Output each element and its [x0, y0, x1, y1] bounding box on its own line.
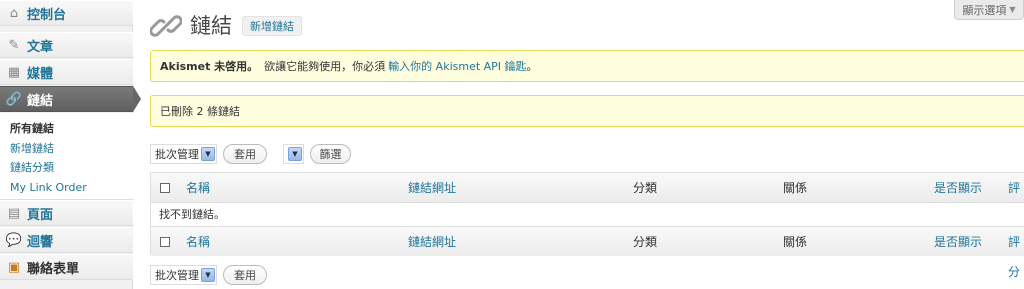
- menu-item-dashboard[interactable]: ⌂ 控制台: [0, 0, 133, 26]
- column-visible[interactable]: 是否顯示: [934, 227, 982, 257]
- dropdown-arrow-icon: ▼: [288, 147, 302, 161]
- select-all-checkbox[interactable]: [160, 237, 170, 247]
- filter-button[interactable]: 篩選: [310, 144, 351, 164]
- deleted-notice: 已刪除 2 條鏈結: [150, 95, 1024, 127]
- menu-label: 控制台: [27, 7, 67, 23]
- menu-item-posts[interactable]: ✎ 文章: [0, 32, 133, 58]
- screen-options-label: 顯示選項: [962, 3, 1007, 17]
- akismet-notice-text: 欲讓它能夠使用，你必須: [264, 60, 386, 73]
- table-header-top: 名稱 鏈結網址 分類 關係 是否顯示 評分: [151, 173, 1024, 225]
- dashboard-icon: ⌂: [9, 5, 19, 21]
- menu-label: 頁面: [27, 207, 54, 223]
- empty-table-message: 找不到鏈結。: [151, 204, 1024, 226]
- menu-label: 媒體: [27, 66, 54, 82]
- links-table: 名稱 鏈結網址 分類 關係 是否顯示 評分 找不到鏈結。 名稱 鏈結網址 分類 …: [150, 172, 1024, 279]
- menu-item-pages[interactable]: ▤ 頁面: [0, 200, 133, 226]
- column-rating[interactable]: 評分: [1008, 227, 1024, 279]
- table-header-bottom: 名稱 鏈結網址 分類 關係 是否顯示 評分: [151, 226, 1024, 279]
- menu-label: 聯絡表單: [27, 261, 80, 277]
- column-rel: 關係: [783, 181, 808, 195]
- dropdown-arrow-icon: ▼: [201, 147, 215, 161]
- form-icon: ▣: [7, 259, 21, 275]
- submenu-item-add-link[interactable]: 新增鏈結: [10, 139, 133, 159]
- media-icon: ▦: [7, 64, 21, 80]
- add-new-link-button[interactable]: 新增鏈結: [242, 16, 302, 36]
- bulk-action-select-bottom[interactable]: 批次管理 ▼: [150, 265, 217, 285]
- submenu-item-all-links[interactable]: 所有鏈結: [10, 119, 133, 139]
- menu-item-contact-form[interactable]: ▣ 聯絡表單: [0, 254, 133, 280]
- menu-label: 迴響: [27, 234, 54, 250]
- akismet-notice-title: Akismet 未啓用。: [160, 60, 259, 73]
- submenu-item-link-categories[interactable]: 鏈結分類: [10, 158, 133, 178]
- category-filter-select[interactable]: ▼: [283, 144, 304, 164]
- triangle-down-icon: ▼: [1009, 5, 1016, 14]
- bulk-action-select-top[interactable]: 批次管理 ▼: [150, 144, 217, 164]
- akismet-notice: Akismet 未啓用。 欲讓它能夠使用，你必須 輸入你的 Akismet AP…: [150, 50, 1024, 82]
- comment-icon: 💬: [5, 232, 23, 248]
- admin-sidebar: ⌂ 控制台 ✎ 文章 ▦ 媒體 🔗 鏈結 所有鏈結 新增鏈結 鏈結分類 My L…: [0, 0, 133, 289]
- active-menu-arrow: [133, 86, 141, 112]
- menu-label: 文章: [27, 39, 54, 55]
- akismet-key-link[interactable]: 輸入你的 Akismet API 鑰匙: [388, 58, 526, 74]
- column-name[interactable]: 名稱: [186, 173, 210, 203]
- column-name[interactable]: 名稱: [186, 227, 210, 257]
- apply-button-top[interactable]: 套用: [223, 144, 267, 164]
- column-rating[interactable]: 評分: [1008, 173, 1024, 225]
- menu-item-comments[interactable]: 💬 迴響: [0, 227, 133, 253]
- page-title: 鏈結: [190, 14, 232, 38]
- column-categories: 分類: [633, 235, 658, 249]
- link-icon: 🔗: [5, 91, 23, 107]
- column-rel: 關係: [783, 235, 808, 249]
- akismet-notice-end: 。: [526, 60, 538, 73]
- column-url[interactable]: 鏈結網址: [408, 227, 456, 257]
- menu-item-media[interactable]: ▦ 媒體: [0, 59, 133, 85]
- select-all-checkbox[interactable]: [160, 183, 170, 193]
- link-icon: [150, 15, 182, 37]
- deleted-notice-text: 已刪除 2 條鏈結: [160, 105, 240, 118]
- menu-label: 鏈結: [27, 93, 54, 109]
- screen-options-button[interactable]: 顯示選項 ▼: [954, 0, 1024, 20]
- bulk-action-value: 批次管理: [155, 148, 199, 161]
- pin-icon: ✎: [8, 37, 20, 53]
- dropdown-arrow-icon: ▼: [201, 268, 215, 282]
- column-visible[interactable]: 是否顯示: [934, 173, 982, 203]
- page-icon: ▤: [7, 205, 21, 221]
- column-categories: 分類: [633, 181, 658, 195]
- submenu-item-link-order[interactable]: My Link Order: [10, 178, 133, 198]
- column-url[interactable]: 鏈結網址: [408, 173, 456, 203]
- links-submenu: 所有鏈結 新增鏈結 鏈結分類 My Link Order: [0, 113, 133, 200]
- bulk-action-value: 批次管理: [155, 269, 199, 282]
- menu-item-links[interactable]: 🔗 鏈結: [0, 86, 133, 112]
- apply-button-bottom[interactable]: 套用: [223, 265, 267, 285]
